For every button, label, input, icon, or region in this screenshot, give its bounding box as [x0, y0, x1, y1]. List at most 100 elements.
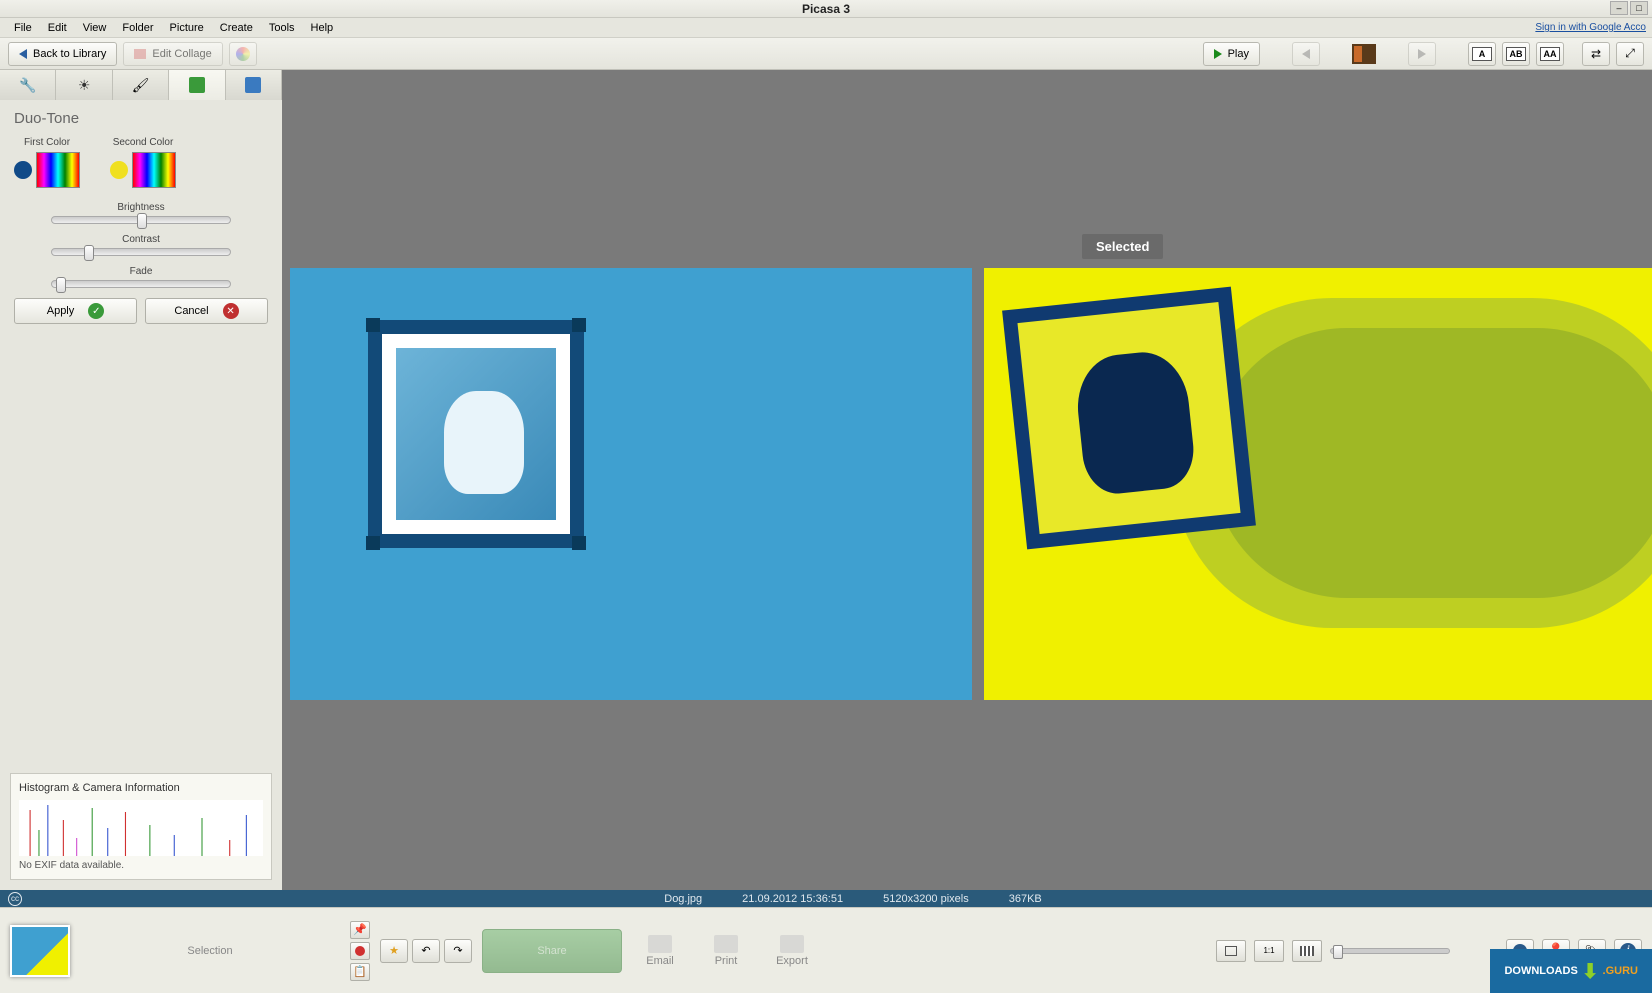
clear-button[interactable]: [350, 942, 370, 960]
status-datetime: 21.09.2012 15:36:51: [742, 893, 843, 905]
back-to-library-button[interactable]: Back to Library: [8, 42, 117, 66]
color-wheel-icon: [236, 47, 250, 61]
text-aa-icon: AA: [1540, 47, 1560, 61]
tab-basic-fixes[interactable]: [0, 70, 56, 100]
tab-effects-2[interactable]: [169, 70, 225, 100]
second-color-swatch[interactable]: [110, 161, 128, 179]
menu-create[interactable]: Create: [212, 20, 261, 36]
view-fit-button[interactable]: 1:1: [1254, 940, 1284, 962]
first-color-label: First Color: [14, 137, 80, 148]
print-label: Print: [715, 955, 738, 967]
rotate-left-button[interactable]: ↶: [412, 939, 440, 963]
share-button[interactable]: Share: [482, 929, 622, 973]
pin-icon: 📌: [353, 923, 367, 936]
fade-thumb[interactable]: [56, 277, 66, 293]
first-color-picker[interactable]: [36, 152, 80, 188]
fade-label: Fade: [14, 266, 268, 277]
apply-button[interactable]: Apply ✓: [14, 298, 137, 324]
menu-help[interactable]: Help: [303, 20, 342, 36]
contrast-thumb[interactable]: [84, 245, 94, 261]
single-view-icon: [1225, 946, 1237, 956]
clipboard-icon: [353, 965, 367, 978]
cancel-button[interactable]: Cancel ✕: [145, 298, 268, 324]
hold-button[interactable]: 📌: [350, 921, 370, 939]
tab-effects-1[interactable]: [113, 70, 169, 100]
play-button[interactable]: Play: [1203, 42, 1260, 66]
signin-link[interactable]: Sign in with Google Acco: [1535, 22, 1646, 33]
zoom-slider[interactable]: [1330, 948, 1450, 954]
effects-sidebar: Duo-Tone First Color Second Color: [0, 70, 282, 890]
menu-tools[interactable]: Tools: [261, 20, 303, 36]
window-title: Picasa 3: [802, 2, 850, 16]
brightness-slider[interactable]: [51, 216, 231, 224]
sun-icon: [78, 77, 91, 94]
wrench-icon: [19, 77, 36, 94]
window-titlebar: Picasa 3 – □: [0, 0, 1652, 18]
edit-collage-label: Edit Collage: [152, 48, 211, 60]
second-color-picker[interactable]: [132, 152, 176, 188]
fit-button[interactable]: ⤢: [1616, 42, 1644, 66]
caption-ab-button[interactable]: AB: [1502, 42, 1530, 66]
email-label: Email: [646, 955, 674, 967]
tray-thumbnail[interactable]: [10, 925, 70, 977]
compare-button[interactable]: ⇄: [1582, 42, 1610, 66]
star-button[interactable]: ★: [380, 939, 408, 963]
play-icon: [1214, 49, 1222, 59]
tab-tuning[interactable]: [56, 70, 112, 100]
play-label: Play: [1228, 48, 1249, 60]
filmstrip-icon[interactable]: [1352, 44, 1376, 64]
status-filesize: 367KB: [1009, 893, 1042, 905]
email-button[interactable]: Email: [632, 935, 688, 967]
menu-folder[interactable]: Folder: [114, 20, 161, 36]
histogram-chart: [19, 800, 263, 856]
contrast-slider[interactable]: [51, 248, 231, 256]
preview-canvas: Selected: [282, 70, 1652, 890]
effects-tabs: [0, 70, 282, 100]
export-icon: [780, 935, 804, 953]
brush-blue-icon: [245, 77, 261, 93]
cc-icon: cc: [8, 892, 22, 906]
rotate-left-icon: ↶: [421, 944, 430, 957]
thumb-view-icon: [1300, 946, 1314, 956]
check-icon: ✓: [88, 303, 104, 319]
first-color-swatch[interactable]: [14, 161, 32, 179]
menu-picture[interactable]: Picture: [162, 20, 212, 36]
watermark: DOWNLOADS ⬇ .GURU: [1490, 949, 1652, 993]
preview-image-original[interactable]: [290, 268, 972, 700]
brush-green-icon: [189, 77, 205, 93]
brightness-thumb[interactable]: [137, 213, 147, 229]
zoom-thumb[interactable]: [1333, 945, 1343, 959]
brush-icon: [132, 77, 150, 94]
collage-icon: [134, 49, 146, 59]
rotate-right-button[interactable]: ↷: [444, 939, 472, 963]
status-filename: Dog.jpg: [664, 893, 702, 905]
stop-icon: [355, 946, 365, 956]
main-toolbar: Back to Library Edit Collage Play A AB A…: [0, 38, 1652, 70]
text-a-icon: A: [1472, 47, 1492, 61]
tab-effects-3[interactable]: [226, 70, 282, 100]
view-thumb-button[interactable]: [1292, 940, 1322, 962]
maximize-button[interactable]: □: [1630, 1, 1648, 15]
menu-file[interactable]: File: [6, 20, 40, 36]
print-button[interactable]: Print: [698, 935, 754, 967]
fade-slider[interactable]: [51, 280, 231, 288]
menu-view[interactable]: View: [75, 20, 115, 36]
add-to-button[interactable]: [350, 963, 370, 981]
fit-icon: ⤢: [1625, 46, 1635, 61]
apply-label: Apply: [47, 305, 75, 317]
cancel-label: Cancel: [174, 305, 208, 317]
minimize-button[interactable]: –: [1610, 1, 1628, 15]
email-icon: [648, 935, 672, 953]
view-single-button[interactable]: [1216, 940, 1246, 962]
menu-edit[interactable]: Edit: [40, 20, 75, 36]
edit-collage-button: Edit Collage: [123, 42, 222, 66]
arrow-right-icon: [1418, 49, 1426, 59]
caption-a-button[interactable]: A: [1468, 42, 1496, 66]
caption-aa-button[interactable]: AA: [1536, 42, 1564, 66]
watermark-a: DOWNLOADS: [1504, 965, 1577, 977]
duo-tone-panel: Duo-Tone First Color Second Color: [0, 100, 282, 334]
prev-button: [1292, 42, 1320, 66]
export-button[interactable]: Export: [764, 935, 820, 967]
preview-image-effect[interactable]: [984, 268, 1652, 700]
share-label: Share: [537, 945, 566, 957]
